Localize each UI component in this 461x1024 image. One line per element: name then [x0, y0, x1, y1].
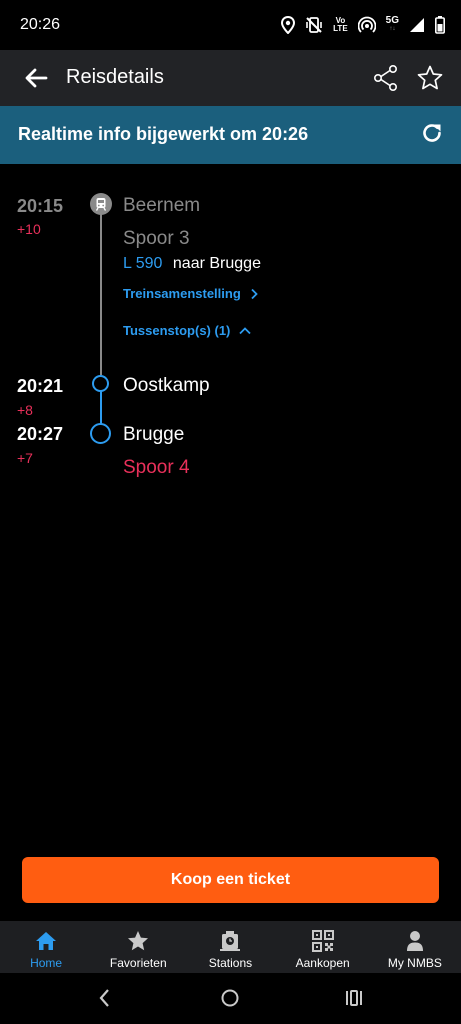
intermediate-stops-label: Tussenstop(s) (1): [123, 323, 231, 338]
departure-delay: +10: [17, 221, 41, 237]
nav-item-home[interactable]: Home: [0, 921, 92, 973]
network-badge: 5G ↑↓: [385, 15, 399, 33]
intermediate-station: Oostkamp: [123, 375, 210, 396]
star-icon: [128, 931, 149, 951]
status-time: 20:26: [20, 16, 61, 33]
location-icon: [281, 16, 296, 34]
vibrate-off-icon: [306, 17, 322, 33]
volte-icon: Vo​ LTE: [333, 16, 348, 33]
buy-ticket-button[interactable]: Koop een ticket: [22, 857, 439, 903]
departure-time: 20:15: [17, 196, 64, 216]
nav-item-purchases[interactable]: Aankopen: [277, 921, 369, 973]
bottom-navigation: Home Favorieten Stations Aankopen My NMB…: [0, 921, 461, 973]
station-icon: [220, 931, 241, 951]
train-line: L 590 naar Brugge: [123, 255, 261, 273]
arrival-stop-marker: [90, 423, 111, 444]
arrival-delay: +7: [17, 450, 33, 466]
battery-icon: [435, 16, 445, 34]
intermediate-stops-toggle[interactable]: Tussenstop(s) (1): [123, 323, 252, 338]
system-navigation-bar: [0, 973, 461, 1024]
home-icon: [36, 932, 57, 950]
status-icons: Vo​ LTE 5G ↑↓: [281, 14, 445, 36]
nav-item-stations[interactable]: Stations: [184, 921, 276, 973]
train-composition-link[interactable]: Treinsamenstelling: [123, 286, 259, 301]
nav-label-favorites: Favorieten: [109, 956, 167, 970]
departure-station: Beernem: [123, 195, 201, 216]
volte-label: LTE: [333, 24, 348, 33]
refresh-icon[interactable]: [419, 120, 445, 146]
arrival-station: Brugge: [123, 424, 185, 445]
arrival-platform: Spoor 4: [123, 457, 190, 478]
nav-label-stations: Stations: [208, 956, 253, 970]
nav-label-home: Home: [30, 956, 63, 970]
departure-platform: Spoor 3: [123, 228, 190, 249]
nav-label-purchases: Aankopen: [295, 956, 350, 970]
star-outline-icon[interactable]: [416, 64, 444, 92]
nav-item-favorites[interactable]: Favorieten: [92, 921, 184, 973]
chevron-right-icon: [251, 288, 258, 299]
train-icon: [90, 193, 112, 215]
nav-item-my-nmbs[interactable]: My NMBS: [369, 921, 461, 973]
intermediate-delay: +8: [17, 402, 33, 418]
page-title: Reisdetails: [66, 66, 164, 88]
realtime-info-text: Realtime info bijgewerkt om 20:26: [18, 124, 309, 144]
signal-icon: [410, 18, 424, 32]
system-home-icon[interactable]: [220, 988, 240, 1008]
train-composition-label: Treinsamenstelling: [123, 286, 241, 301]
timeline-rail-upcoming: [100, 391, 102, 425]
nav-label-my-nmbs: My NMBS: [387, 956, 442, 970]
share-icon[interactable]: [372, 64, 400, 92]
timeline-rail-past: [100, 214, 102, 375]
intermediate-time: 20:21: [17, 376, 64, 396]
arrival-time: 20:27: [17, 424, 64, 444]
system-recents-icon[interactable]: [344, 989, 364, 1007]
line-direction: naar Brugge: [172, 255, 261, 272]
realtime-banner: Realtime info bijgewerkt om 20:26: [0, 106, 461, 164]
arrow-back-icon[interactable]: [22, 64, 50, 92]
qr-code-icon: [311, 930, 334, 952]
hotspot-icon: [357, 16, 376, 33]
chevron-up-icon: [239, 326, 252, 334]
line-code: L 590: [123, 255, 163, 272]
intermediate-stop-marker: [92, 375, 109, 392]
app-bar: Reisdetails: [0, 50, 461, 106]
system-back-icon[interactable]: [95, 987, 115, 1009]
person-icon: [406, 931, 423, 951]
status-bar: 20:26 Vo​ LTE 5G ↑↓: [0, 0, 461, 50]
